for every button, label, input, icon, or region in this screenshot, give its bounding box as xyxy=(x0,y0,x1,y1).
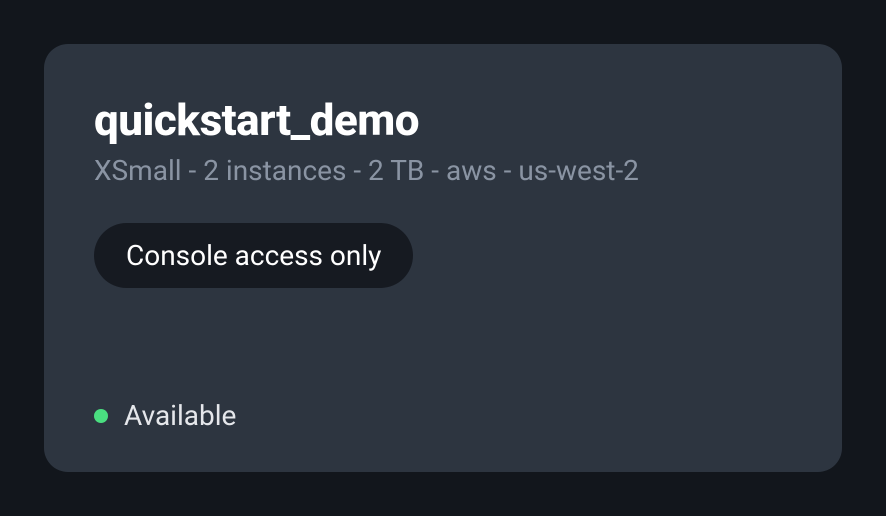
status-row: Available xyxy=(94,399,792,432)
access-badge: Console access only xyxy=(94,223,413,288)
instance-card[interactable]: quickstart_demo XSmall - 2 instances - 2… xyxy=(44,44,842,472)
instance-specs: XSmall - 2 instances - 2 TB - aws - us-w… xyxy=(94,154,792,187)
instance-title: quickstart_demo xyxy=(94,94,792,146)
status-dot-icon xyxy=(94,409,108,423)
status-label: Available xyxy=(124,399,236,432)
